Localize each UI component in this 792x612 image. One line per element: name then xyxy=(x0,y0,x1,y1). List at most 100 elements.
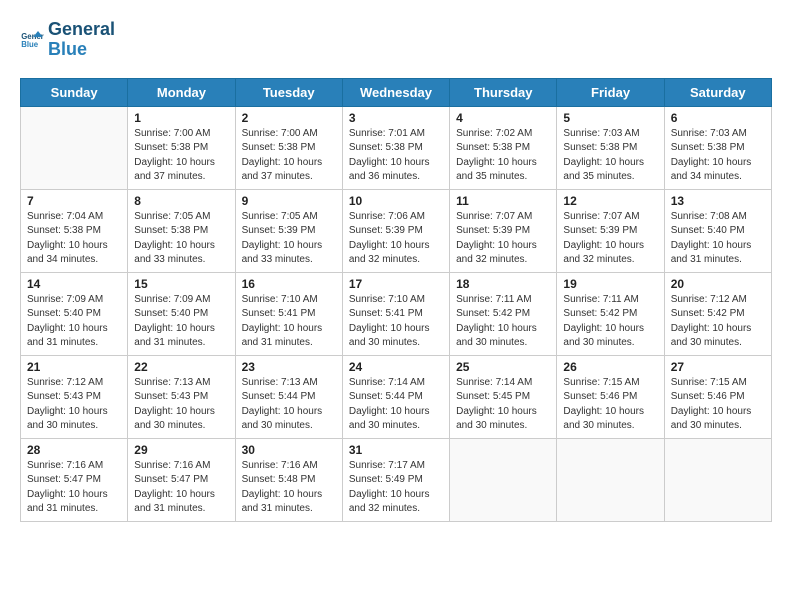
week-row-2: 14 Sunrise: 7:09 AM Sunset: 5:40 PM Dayli… xyxy=(21,272,772,355)
day-number: 23 xyxy=(242,360,336,374)
day-number: 16 xyxy=(242,277,336,291)
day-number: 22 xyxy=(134,360,228,374)
calendar-cell xyxy=(557,438,664,521)
calendar-cell: 24Sunrise: 7:14 AM Sunset: 5:44 PM Dayli… xyxy=(342,355,449,438)
general-blue-logo-icon: General Blue xyxy=(20,28,44,52)
day-number: 1 xyxy=(134,111,228,125)
day-number: 5 xyxy=(563,111,657,125)
day-number: 15 xyxy=(134,277,228,291)
day-info: Sunrise: 7:09 AM Sunset: 5:40 PM Dayligh… xyxy=(27,293,121,351)
calendar-cell: 31 Sunrise: 7:17 AM Sunset: 5:49 PM Dayli… xyxy=(342,438,449,521)
day-number: 14 xyxy=(27,277,121,291)
day-number: 10 xyxy=(349,194,443,208)
calendar-cell: 17 Sunrise: 7:10 AM Sunset: 5:41 PM Dayli… xyxy=(342,272,449,355)
day-number: 30 xyxy=(242,443,336,457)
header-friday: Friday xyxy=(557,78,664,106)
day-number: 2 xyxy=(242,111,336,125)
day-info: Sunrise: 7:14 AM Sunset: 5:45 PM Dayligh… xyxy=(456,376,550,434)
day-info: Sunrise: 7:07 AM Sunset: 5:39 PM Dayligh… xyxy=(456,210,550,268)
day-info: Sunrise: 7:17 AM Sunset: 5:49 PM Dayligh… xyxy=(349,459,443,517)
day-info: Sunrise: 7:08 AM Sunset: 5:40 PM Dayligh… xyxy=(671,210,765,268)
day-info: Sunrise: 7:06 AM Sunset: 5:39 PM Dayligh… xyxy=(349,210,443,268)
day-info: Sunrise: 7:09 AM Sunset: 5:40 PM Dayligh… xyxy=(134,293,228,351)
day-info: Sunrise: 7:02 AM Sunset: 5:38 PM Dayligh… xyxy=(456,127,550,185)
day-number: 4 xyxy=(456,111,550,125)
calendar-cell: 23 Sunrise: 7:13 AM Sunset: 5:44 PM Dayli… xyxy=(235,355,342,438)
day-number: 13 xyxy=(671,194,765,208)
calendar-cell: 2 Sunrise: 7:00 AM Sunset: 5:38 PM Daylig… xyxy=(235,106,342,189)
calendar-cell: 28 Sunrise: 7:16 AM Sunset: 5:47 PM Dayli… xyxy=(21,438,128,521)
day-number: 28 xyxy=(27,443,121,457)
day-number: 3 xyxy=(349,111,443,125)
day-info: Sunrise: 7:03 AM Sunset: 5:38 PM Dayligh… xyxy=(563,127,657,185)
calendar-cell: 10 Sunrise: 7:06 AM Sunset: 5:39 PM Dayli… xyxy=(342,189,449,272)
day-number: 7 xyxy=(27,194,121,208)
week-row-1: 7 Sunrise: 7:04 AM Sunset: 5:38 PM Daylig… xyxy=(21,189,772,272)
day-number: 12 xyxy=(563,194,657,208)
header-sunday: Sunday xyxy=(21,78,128,106)
calendar-cell: 6Sunrise: 7:03 AM Sunset: 5:38 PM Daylig… xyxy=(664,106,771,189)
calendar-cell: 13 Sunrise: 7:08 AM Sunset: 5:40 PM Dayli… xyxy=(664,189,771,272)
calendar-cell: 15 Sunrise: 7:09 AM Sunset: 5:40 PM Dayli… xyxy=(128,272,235,355)
calendar-cell: 3 Sunrise: 7:01 AM Sunset: 5:38 PM Daylig… xyxy=(342,106,449,189)
day-number: 11 xyxy=(456,194,550,208)
day-number: 26 xyxy=(563,360,657,374)
header-saturday: Saturday xyxy=(664,78,771,106)
day-number: 17 xyxy=(349,277,443,291)
day-info: Sunrise: 7:01 AM Sunset: 5:38 PM Dayligh… xyxy=(349,127,443,185)
calendar-cell: 5 Sunrise: 7:03 AM Sunset: 5:38 PM Daylig… xyxy=(557,106,664,189)
day-info: Sunrise: 7:14 AM Sunset: 5:44 PM Dayligh… xyxy=(349,376,443,434)
logo: General Blue General Blue xyxy=(20,20,115,60)
calendar-cell: 25 Sunrise: 7:14 AM Sunset: 5:45 PM Dayli… xyxy=(450,355,557,438)
calendar-table: SundayMondayTuesdayWednesdayThursdayFrid… xyxy=(20,78,772,522)
calendar-cell: 20Sunrise: 7:12 AM Sunset: 5:42 PM Dayli… xyxy=(664,272,771,355)
day-number: 20 xyxy=(671,277,765,291)
calendar-cell xyxy=(21,106,128,189)
day-info: Sunrise: 7:16 AM Sunset: 5:47 PM Dayligh… xyxy=(27,459,121,517)
calendar-cell: 1 Sunrise: 7:00 AM Sunset: 5:38 PM Daylig… xyxy=(128,106,235,189)
day-info: Sunrise: 7:07 AM Sunset: 5:39 PM Dayligh… xyxy=(563,210,657,268)
calendar-cell: 4 Sunrise: 7:02 AM Sunset: 5:38 PM Daylig… xyxy=(450,106,557,189)
day-number: 19 xyxy=(563,277,657,291)
week-row-3: 21 Sunrise: 7:12 AM Sunset: 5:43 PM Dayli… xyxy=(21,355,772,438)
day-info: Sunrise: 7:15 AM Sunset: 5:46 PM Dayligh… xyxy=(563,376,657,434)
calendar-cell: 16Sunrise: 7:10 AM Sunset: 5:41 PM Dayli… xyxy=(235,272,342,355)
day-info: Sunrise: 7:13 AM Sunset: 5:43 PM Dayligh… xyxy=(134,376,228,434)
calendar-cell: 26 Sunrise: 7:15 AM Sunset: 5:46 PM Dayli… xyxy=(557,355,664,438)
day-number: 9 xyxy=(242,194,336,208)
day-info: Sunrise: 7:04 AM Sunset: 5:38 PM Dayligh… xyxy=(27,210,121,268)
day-info: Sunrise: 7:10 AM Sunset: 5:41 PM Dayligh… xyxy=(349,293,443,351)
day-info: Sunrise: 7:11 AM Sunset: 5:42 PM Dayligh… xyxy=(456,293,550,351)
calendar-cell: 27Sunrise: 7:15 AM Sunset: 5:46 PM Dayli… xyxy=(664,355,771,438)
day-number: 31 xyxy=(349,443,443,457)
day-info: Sunrise: 7:00 AM Sunset: 5:38 PM Dayligh… xyxy=(242,127,336,185)
svg-text:Blue: Blue xyxy=(21,40,39,49)
day-number: 18 xyxy=(456,277,550,291)
calendar-header-row: SundayMondayTuesdayWednesdayThursdayFrid… xyxy=(21,78,772,106)
calendar-cell: 30Sunrise: 7:16 AM Sunset: 5:48 PM Dayli… xyxy=(235,438,342,521)
calendar-cell: 11 Sunrise: 7:07 AM Sunset: 5:39 PM Dayli… xyxy=(450,189,557,272)
calendar-cell: 9Sunrise: 7:05 AM Sunset: 5:39 PM Daylig… xyxy=(235,189,342,272)
header-wednesday: Wednesday xyxy=(342,78,449,106)
week-row-0: 1 Sunrise: 7:00 AM Sunset: 5:38 PM Daylig… xyxy=(21,106,772,189)
day-number: 29 xyxy=(134,443,228,457)
header-monday: Monday xyxy=(128,78,235,106)
calendar-cell: 7 Sunrise: 7:04 AM Sunset: 5:38 PM Daylig… xyxy=(21,189,128,272)
day-number: 21 xyxy=(27,360,121,374)
logo-text: General Blue xyxy=(48,20,115,60)
calendar-cell: 12 Sunrise: 7:07 AM Sunset: 5:39 PM Dayli… xyxy=(557,189,664,272)
calendar-cell: 14 Sunrise: 7:09 AM Sunset: 5:40 PM Dayli… xyxy=(21,272,128,355)
calendar-cell: 8 Sunrise: 7:05 AM Sunset: 5:38 PM Daylig… xyxy=(128,189,235,272)
day-info: Sunrise: 7:12 AM Sunset: 5:43 PM Dayligh… xyxy=(27,376,121,434)
calendar-cell: 21 Sunrise: 7:12 AM Sunset: 5:43 PM Dayli… xyxy=(21,355,128,438)
day-number: 27 xyxy=(671,360,765,374)
day-number: 25 xyxy=(456,360,550,374)
day-info: Sunrise: 7:13 AM Sunset: 5:44 PM Dayligh… xyxy=(242,376,336,434)
day-number: 8 xyxy=(134,194,228,208)
calendar-cell xyxy=(664,438,771,521)
calendar-cell xyxy=(450,438,557,521)
calendar-cell: 29Sunrise: 7:16 AM Sunset: 5:47 PM Dayli… xyxy=(128,438,235,521)
day-info: Sunrise: 7:00 AM Sunset: 5:38 PM Dayligh… xyxy=(134,127,228,185)
day-info: Sunrise: 7:11 AM Sunset: 5:42 PM Dayligh… xyxy=(563,293,657,351)
day-info: Sunrise: 7:05 AM Sunset: 5:38 PM Dayligh… xyxy=(134,210,228,268)
